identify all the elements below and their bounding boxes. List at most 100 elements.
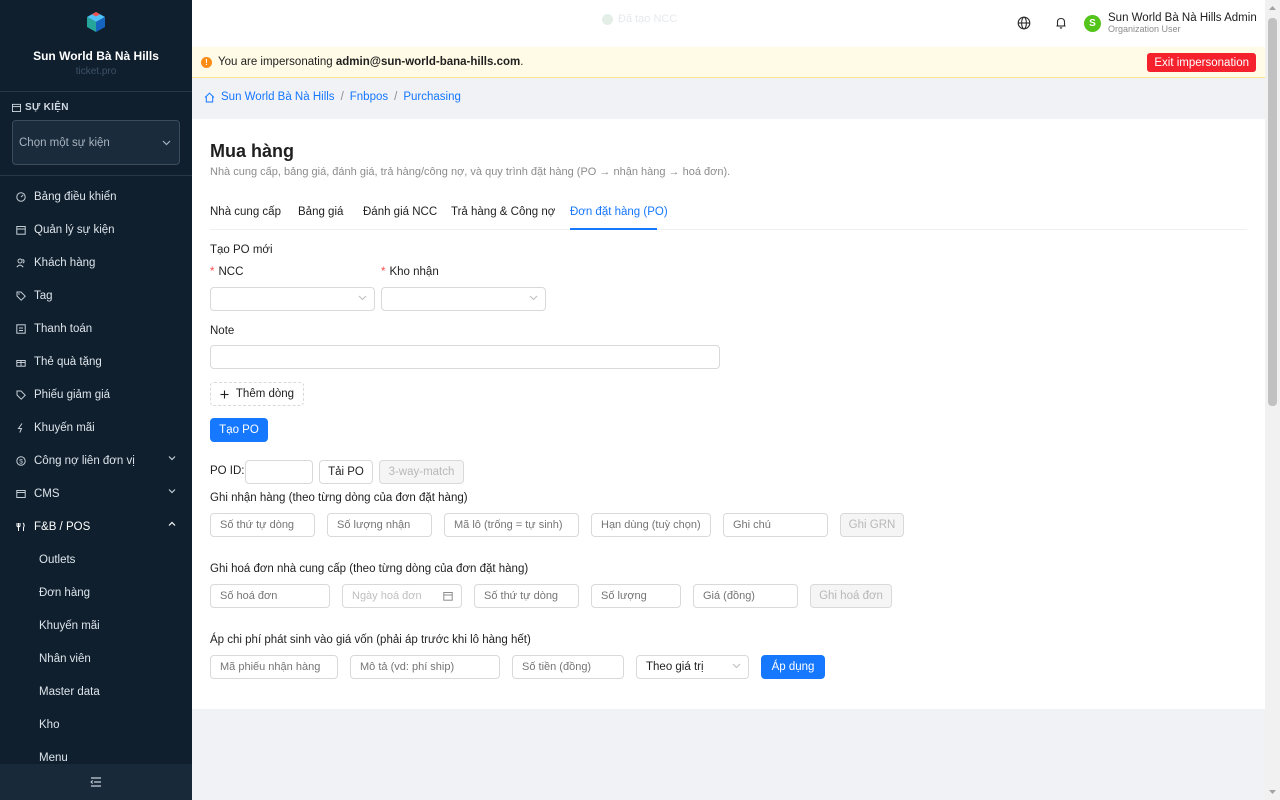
- ncc-select[interactable]: [210, 287, 375, 311]
- note-label: Note: [210, 325, 235, 337]
- invoice-date-picker[interactable]: Ngày hoá đơn: [342, 584, 462, 608]
- coupon-icon: [16, 390, 26, 400]
- sidebar-collapse-button[interactable]: [0, 764, 192, 800]
- sidebar-item-gift-card[interactable]: Thẻ quà tặng: [0, 345, 192, 378]
- apply-cost-button[interactable]: Áp dụng: [761, 655, 825, 679]
- sidebar-subitem-master-data[interactable]: Master data: [0, 675, 192, 708]
- sidebar-item-payment[interactable]: Thanh toán: [0, 312, 192, 345]
- cost-description-input[interactable]: [350, 655, 500, 679]
- sidebar-subitem-promotions[interactable]: Khuyến mãi: [0, 609, 192, 642]
- invoice-line-number-input[interactable]: [474, 584, 579, 608]
- sidebar-item-coupon[interactable]: Phiếu giảm giá: [0, 378, 192, 411]
- landed-cost-title: Áp chi phí phát sinh vào giá vốn (phải á…: [210, 634, 531, 646]
- calendar-icon: [12, 103, 21, 112]
- breadcrumb-org[interactable]: Sun World Bà Nà Hills: [221, 91, 335, 103]
- toast-message: Đã tạo NCC: [602, 13, 677, 25]
- sidebar-item-customers[interactable]: Khách hàng: [0, 246, 192, 279]
- check-icon: [602, 13, 613, 25]
- debt-icon: $: [16, 455, 26, 466]
- chevron-up-icon: [168, 521, 176, 526]
- dashboard-icon: [16, 191, 26, 202]
- plus-icon: [220, 390, 229, 398]
- brand: Sun World Bà Nà Hills ticket.pro: [0, 0, 192, 92]
- cost-amount-input[interactable]: [512, 655, 624, 679]
- sidebar-item-cms[interactable]: CMS: [0, 477, 192, 510]
- exit-impersonation-button[interactable]: Exit impersonation: [1147, 53, 1256, 72]
- sidebar-subitem-warehouse[interactable]: Kho: [0, 708, 192, 741]
- promo-icon: [17, 422, 23, 433]
- main-card: Mua hàng Nhà cung cấp, bảng giá, đánh gi…: [192, 119, 1265, 709]
- avatar: S: [1084, 15, 1101, 32]
- tab-price-list[interactable]: Bảng giá: [298, 206, 343, 218]
- impersonation-banner: ! You are impersonating admin@sun-world-…: [192, 47, 1265, 78]
- page-description: Nhà cung cấp, bảng giá, đánh giá, trả hà…: [210, 166, 731, 178]
- sidebar-item-inter-unit-debt[interactable]: $ Công nợ liên đơn vị: [0, 444, 192, 477]
- sidebar-item-dashboard[interactable]: Bảng điều khiển: [0, 180, 192, 213]
- tab-purchase-orders[interactable]: Đơn đặt hàng (PO): [570, 206, 668, 218]
- three-way-match-button[interactable]: 3-way-match: [379, 460, 464, 484]
- event-label: SỰ KIỆN: [12, 102, 180, 113]
- warehouse-select[interactable]: [381, 287, 546, 311]
- chevron-down-icon: [529, 295, 538, 301]
- user-menu[interactable]: S Sun World Bà Nà Hills Admin Organizati…: [1084, 12, 1257, 35]
- allocation-method-select[interactable]: Theo giá trị: [636, 655, 749, 679]
- scroll-up-arrow-icon[interactable]: [1268, 3, 1277, 13]
- chevron-down-icon: [732, 663, 741, 669]
- users-icon: [16, 258, 25, 268]
- po-id-input[interactable]: [245, 460, 313, 484]
- grn-note-input[interactable]: [723, 513, 828, 537]
- scrollbar-thumb[interactable]: [1268, 18, 1277, 406]
- grn-expiry-input[interactable]: [591, 513, 711, 537]
- svg-text:$: $: [19, 458, 23, 465]
- page-title: Mua hàng: [210, 141, 294, 161]
- sidebar-subitem-orders[interactable]: Đơn hàng: [0, 576, 192, 609]
- brand-subtitle: ticket.pro: [75, 66, 117, 77]
- create-po-button[interactable]: Tạo PO: [210, 418, 268, 442]
- sidebar-subitem-staff[interactable]: Nhân viên: [0, 642, 192, 675]
- grn-code-input[interactable]: [210, 655, 338, 679]
- gift-icon: [16, 359, 26, 367]
- note-input[interactable]: [210, 345, 720, 369]
- record-invoice-button[interactable]: Ghi hoá đơn: [810, 584, 892, 608]
- grn-title: Ghi nhận hàng (theo từng dòng của đơn đặ…: [210, 492, 468, 504]
- tab-returns-debt[interactable]: Trả hàng & Công nợ: [451, 206, 555, 218]
- sidebar-item-events[interactable]: Quản lý sự kiện: [0, 213, 192, 246]
- tab-suppliers[interactable]: Nhà cung cấp: [210, 206, 281, 218]
- sidebar-item-fnb-pos[interactable]: F&B / POS: [0, 510, 192, 543]
- banner-prefix: You are impersonating: [218, 56, 333, 68]
- tab-supplier-rating[interactable]: Đánh giá NCC: [363, 206, 437, 218]
- globe-icon[interactable]: [1017, 16, 1031, 30]
- bell-icon[interactable]: [1054, 16, 1068, 30]
- event-select[interactable]: Chọn một sự kiện: [12, 120, 180, 165]
- grn-lot-code-input[interactable]: [444, 513, 579, 537]
- tag-icon: [16, 291, 26, 301]
- page-scrollbar[interactable]: [1265, 0, 1280, 800]
- invoice-number-input[interactable]: [210, 584, 330, 608]
- calendar-icon: [443, 592, 453, 601]
- sidebar-subitem-outlets[interactable]: Outlets: [0, 543, 192, 576]
- sidebar-item-tag[interactable]: Tag: [0, 279, 192, 312]
- grn-quantity-input[interactable]: [327, 513, 432, 537]
- scroll-down-arrow-icon[interactable]: [1268, 787, 1277, 797]
- warning-icon: !: [201, 56, 212, 68]
- add-row-button[interactable]: Thêm dòng: [210, 382, 304, 406]
- breadcrumb-page[interactable]: Purchasing: [403, 91, 461, 103]
- record-grn-button[interactable]: Ghi GRN: [840, 513, 904, 537]
- menu-fold-icon: [90, 777, 101, 787]
- brand-name: Sun World Bà Nà Hills: [33, 49, 159, 63]
- cms-icon: [16, 489, 26, 498]
- top-header: Đã tạo NCC S Sun World Bà Nà Hills Admin…: [192, 0, 1265, 47]
- breadcrumb-module[interactable]: Fnbpos: [350, 91, 388, 103]
- home-icon[interactable]: [204, 92, 215, 103]
- invoice-price-input[interactable]: [693, 584, 798, 608]
- load-po-button[interactable]: Tải PO: [319, 460, 373, 484]
- warehouse-label: * Kho nhận: [381, 266, 439, 278]
- sidebar-item-promotion[interactable]: Khuyến mãi: [0, 411, 192, 444]
- user-role: Organization User: [1108, 24, 1181, 34]
- invoice-quantity-input[interactable]: [591, 584, 681, 608]
- breadcrumb: Sun World Bà Nà Hills / Fnbpos / Purchas…: [204, 91, 461, 103]
- user-name: Sun World Bà Nà Hills Admin: [1108, 12, 1257, 24]
- breadcrumb-separator: /: [394, 91, 398, 103]
- chevron-down-icon: [168, 489, 176, 494]
- grn-line-number-input[interactable]: [210, 513, 315, 537]
